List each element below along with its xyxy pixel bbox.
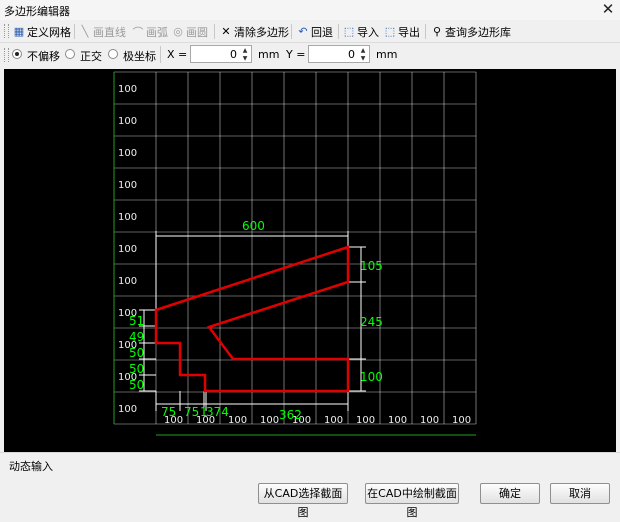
x-down-arrow-icon[interactable]: ▼ (240, 55, 250, 62)
clear-x-icon: ✕ (221, 25, 231, 38)
dim-left-5-text: 50 (129, 378, 144, 392)
orthogonal-label[interactable]: 正交 (80, 48, 102, 64)
dim-left-3-text: 50 (129, 346, 144, 360)
y-down-arrow-icon[interactable]: ▼ (358, 55, 368, 62)
x-input[interactable]: 0 ▲ ▼ (190, 45, 252, 63)
circle-icon: ◎ (173, 25, 183, 38)
line-icon: ╲ (81, 25, 89, 38)
draw-line-label: 画直线 (93, 25, 126, 39)
left-grid-label: 100 (118, 244, 137, 255)
window-title: 多边形编辑器 (4, 5, 70, 18)
dim-bot-1-text: 75 (161, 405, 176, 419)
dim-right-bottom-text: 100 (360, 370, 383, 384)
draw-arc-label: 画弧 (146, 25, 168, 39)
options-separator (160, 46, 161, 63)
left-grid-label: 100 (118, 84, 137, 95)
toolbar-grip[interactable] (4, 24, 9, 38)
y-up-arrow-icon[interactable]: ▲ (358, 47, 368, 54)
dim-left-1-text: 51 (129, 314, 144, 328)
toolbar-separator (74, 24, 75, 39)
toolbar-separator (291, 24, 292, 39)
status-bar: 动态输入 (0, 452, 620, 475)
grid-icon: ▦ (13, 25, 25, 38)
polar-label[interactable]: 极坐标 (123, 48, 156, 64)
x-label: X = (167, 48, 188, 61)
bottom-grid-label: 100 (420, 415, 439, 426)
options-grip[interactable] (4, 48, 9, 62)
define-grid-label: 定义网格 (27, 25, 71, 39)
import-button[interactable]: ⬚ 导入 (343, 23, 379, 40)
draw-arc-button[interactable]: ⌒ 画弧 (132, 23, 169, 40)
ok-button[interactable]: 确定 (480, 483, 540, 504)
x-value: 0 (230, 48, 237, 61)
close-icon[interactable]: ✕ (600, 1, 616, 17)
orthogonal-radio[interactable] (65, 49, 75, 59)
grid-canvas-svg[interactable]: 100 100 100 100 100 100 100 100 100 100 100 100 100… (4, 69, 616, 452)
clear-polygon-button[interactable]: ✕ 清除多边形 (220, 23, 289, 40)
search-icon: ⚲ (432, 25, 442, 38)
import-label: 导入 (357, 25, 379, 39)
undo-icon: ↶ (298, 25, 308, 38)
dynamic-input-label: 动态输入 (9, 460, 53, 473)
query-library-button[interactable]: ⚲ 查询多边形库 (431, 23, 511, 40)
polar-radio[interactable] (108, 49, 118, 59)
y-unit: mm (376, 48, 398, 61)
bottom-grid-label: 100 (356, 415, 375, 426)
undo-label: 回退 (311, 25, 333, 39)
drawing-canvas[interactable]: 100 100 100 100 100 100 100 100 100 100 100 100 100… (4, 69, 616, 452)
button-bar: 从CAD选择截面图 在CAD中绘制截面图 确定 取消 (0, 475, 620, 519)
options-bar: 不偏移 正交 极坐标 X = 0 ▲ ▼ mm Y = 0 ▲ ▼ mm (0, 44, 620, 66)
grid-lines (113, 71, 477, 436)
toolbar-separator (425, 24, 426, 39)
left-grid-label: 100 (118, 148, 137, 159)
dim-left-4-text: 50 (129, 362, 144, 376)
bottom-grid-label: 100 (260, 415, 279, 426)
draw-line-button[interactable]: ╲ 画直线 (79, 23, 126, 40)
dim-right-mid-text: 245 (360, 315, 383, 329)
x-up-arrow-icon[interactable]: ▲ (240, 47, 250, 54)
left-grid-label: 100 (118, 276, 137, 287)
undo-button[interactable]: ↶ 回退 (297, 23, 333, 40)
x-unit: mm (258, 48, 280, 61)
left-grid-label: 100 (118, 180, 137, 191)
dim-top-text: 600 (242, 219, 265, 233)
define-grid-button[interactable]: ▦ 定义网格 (13, 23, 71, 40)
clear-polygon-label: 清除多边形 (234, 25, 289, 39)
draw-circle-label: 画圆 (186, 25, 208, 39)
import-icon: ⬚ (343, 25, 355, 38)
toolbar-separator (338, 24, 339, 39)
y-value: 0 (348, 48, 355, 61)
toolbar-separator (214, 24, 215, 39)
query-library-label: 查询多边形库 (445, 25, 511, 39)
no-offset-label[interactable]: 不偏移 (27, 48, 60, 64)
bottom-grid-label: 100 (324, 415, 343, 426)
bottom-grid-label: 100 (388, 415, 407, 426)
bottom-grid-label: 100 (228, 415, 247, 426)
dim-bot-2-text: 75 (184, 405, 199, 419)
dimension-lines (139, 231, 366, 411)
left-grid-label: 100 (118, 404, 137, 415)
left-grid-label: 100 (118, 116, 137, 127)
dim-right-top-text: 105 (360, 259, 383, 273)
toolbar: ▦ 定义网格 ╲ 画直线 ⌒ 画弧 ◎ 画圆 ✕ 清除多边形 ↶ 回退 ⬚ 导入… (0, 21, 620, 43)
dim-bot-5-text: 362 (279, 408, 302, 422)
draw-in-cad-button[interactable]: 在CAD中绘制截面图 (365, 483, 459, 519)
title-bar: 多边形编辑器 ✕ (0, 0, 620, 20)
draw-circle-button[interactable]: ◎ 画圆 (172, 23, 208, 40)
export-label: 导出 (398, 25, 420, 39)
y-label: Y = (286, 48, 306, 61)
select-from-cad-button[interactable]: 从CAD选择截面图 (258, 483, 348, 519)
y-input[interactable]: 0 ▲ ▼ (308, 45, 370, 63)
left-grid-label: 100 (118, 212, 137, 223)
arc-icon: ⌒ (132, 25, 144, 39)
dim-bot-4-text: 374 (206, 405, 229, 419)
no-offset-radio[interactable] (12, 49, 22, 59)
cancel-button[interactable]: 取消 (550, 483, 610, 504)
export-icon: ⬚ (384, 25, 396, 38)
export-button[interactable]: ⬚ 导出 (384, 23, 420, 40)
bottom-grid-label: 100 (452, 415, 471, 426)
dim-left-2-text: 49 (129, 330, 144, 344)
